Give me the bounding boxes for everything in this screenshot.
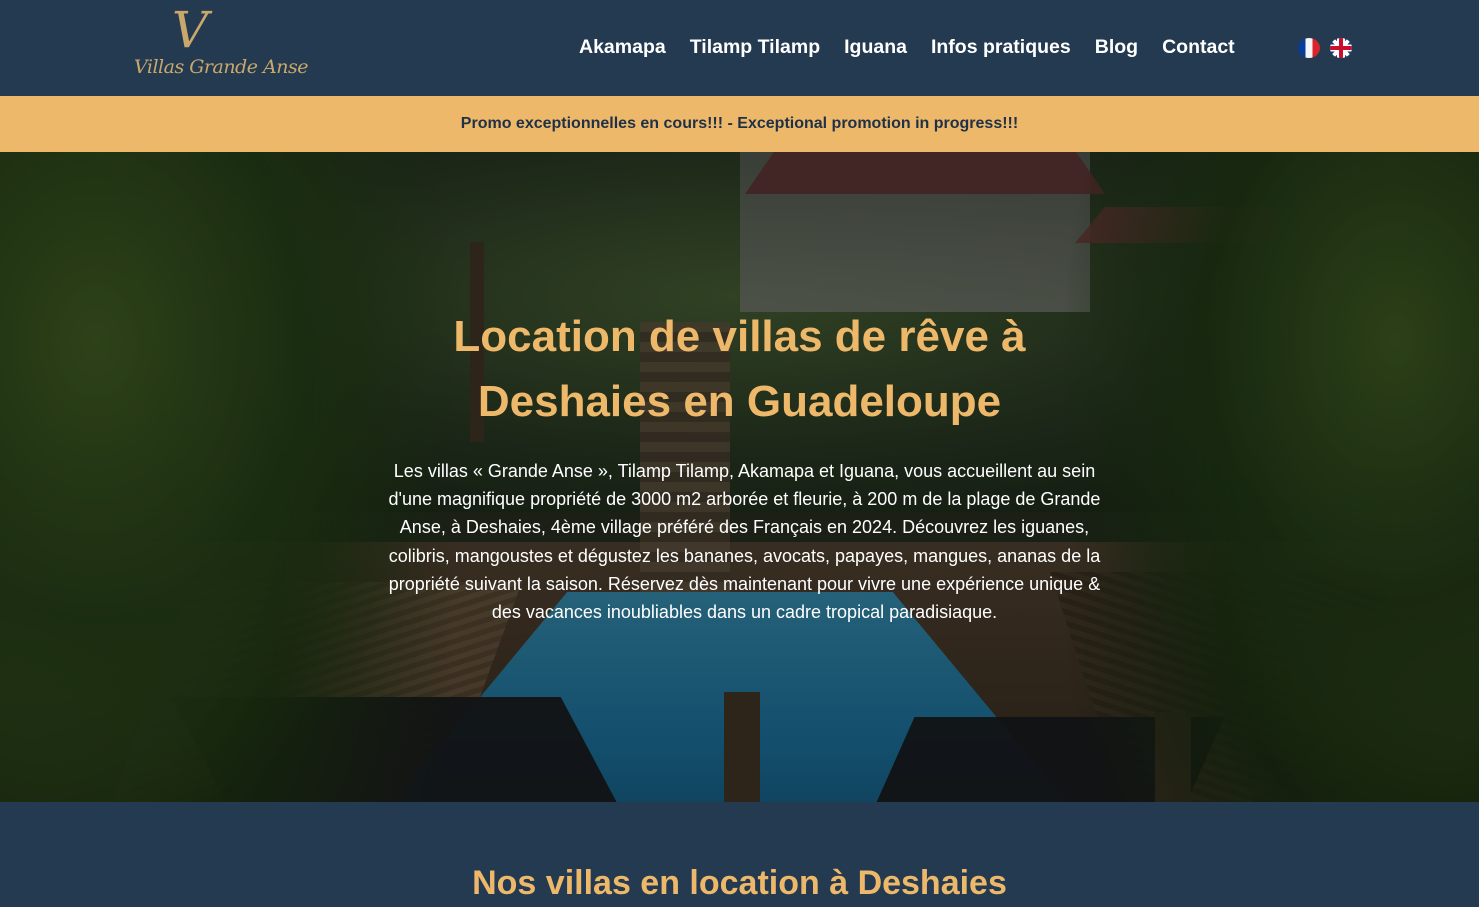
promo-banner: Promo exceptionnelles en cours!!! - Exce…	[0, 96, 1479, 152]
nav-contact[interactable]: Contact	[1162, 36, 1235, 59]
logo-letter: V	[172, 1, 209, 59]
hero-title-line2: Deshaies en Guadeloupe	[477, 377, 1002, 426]
villas-section-title: Nos villas en location à Deshaies	[472, 864, 1007, 902]
villas-section: Nos villas en location à Deshaies	[0, 802, 1479, 907]
promo-text: Promo exceptionnelles en cours!!! - Exce…	[460, 115, 1019, 132]
french-flag-icon[interactable]	[1298, 38, 1320, 58]
english-flag-icon[interactable]	[1330, 38, 1352, 58]
nav-akamapa[interactable]: Akamapa	[579, 36, 666, 59]
main-nav: Akamapa Tilamp Tilamp Iguana Infos prati…	[579, 36, 1259, 59]
nav-iguana[interactable]: Iguana	[844, 36, 907, 59]
language-switcher	[1298, 38, 1352, 58]
nav-blog[interactable]: Blog	[1095, 36, 1138, 59]
site-header: V Villas Grande Anse Akamapa Tilamp Tila…	[0, 0, 1479, 96]
hero-title: Location de villas de rêve à Deshaies en…	[0, 304, 1479, 434]
site-logo[interactable]: V Villas Grande Anse	[134, 1, 308, 92]
logo-text: Villas Grande Anse	[134, 56, 308, 78]
hero-title-line1: Location de villas de rêve à	[453, 312, 1026, 361]
hero-section: Location de villas de rêve à Deshaies en…	[0, 152, 1479, 802]
nav-tilamp-tilamp[interactable]: Tilamp Tilamp	[690, 36, 820, 59]
hero-description: Les villas « Grande Anse », Tilamp Tilam…	[388, 461, 1101, 623]
nav-infos-pratiques[interactable]: Infos pratiques	[931, 36, 1071, 59]
